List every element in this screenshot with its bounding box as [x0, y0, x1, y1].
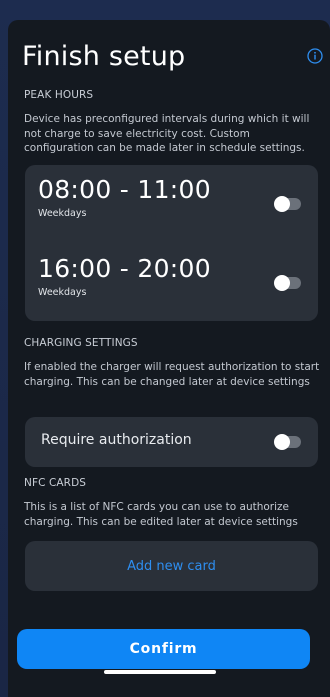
- peak-hours-description: Device has preconfigured intervals durin…: [24, 113, 310, 154]
- toggle-knob: [274, 275, 290, 291]
- peak-interval-toggle[interactable]: [274, 196, 301, 212]
- nfc-cards-label: NFC CARDS: [24, 477, 87, 489]
- peak-interval-days: Weekdays: [38, 208, 87, 219]
- require-authorization-toggle[interactable]: [274, 434, 301, 450]
- peak-interval-row: 08:00 - 11:00 Weekdays: [25, 165, 318, 241]
- nfc-cards-description: This is a list of NFC cards you can use …: [24, 501, 298, 528]
- charging-settings-description: If enabled the charger will request auth…: [24, 361, 320, 388]
- toggle-knob: [274, 196, 290, 212]
- peak-interval-row: 16:00 - 20:00 Weekdays: [25, 244, 318, 320]
- peak-interval-days: Weekdays: [38, 287, 87, 298]
- info-icon[interactable]: [307, 48, 323, 64]
- app-background: Finish setup PEAK HOURS Device has preco…: [0, 0, 330, 697]
- charging-settings-label: CHARGING SETTINGS: [24, 337, 138, 349]
- toggle-knob: [274, 434, 290, 450]
- peak-hours-card: 08:00 - 11:00 Weekdays 16:00 - 20:00 Wee…: [25, 165, 318, 321]
- peak-interval-toggle[interactable]: [274, 275, 301, 291]
- peak-interval-time: 16:00 - 20:00: [38, 254, 211, 283]
- finish-setup-sheet: Finish setup PEAK HOURS Device has preco…: [8, 20, 330, 697]
- add-card-container: Add new card: [25, 541, 318, 591]
- require-authorization-row[interactable]: Require authorization: [25, 417, 318, 467]
- page-title: Finish setup: [22, 41, 186, 72]
- peak-interval-time: 08:00 - 11:00: [38, 175, 211, 204]
- add-new-card-button[interactable]: Add new card: [25, 541, 318, 591]
- peak-hours-label: PEAK HOURS: [24, 89, 94, 101]
- confirm-button[interactable]: Confirm: [17, 629, 310, 669]
- require-authorization-label: Require authorization: [41, 432, 192, 448]
- home-indicator: [104, 670, 216, 674]
